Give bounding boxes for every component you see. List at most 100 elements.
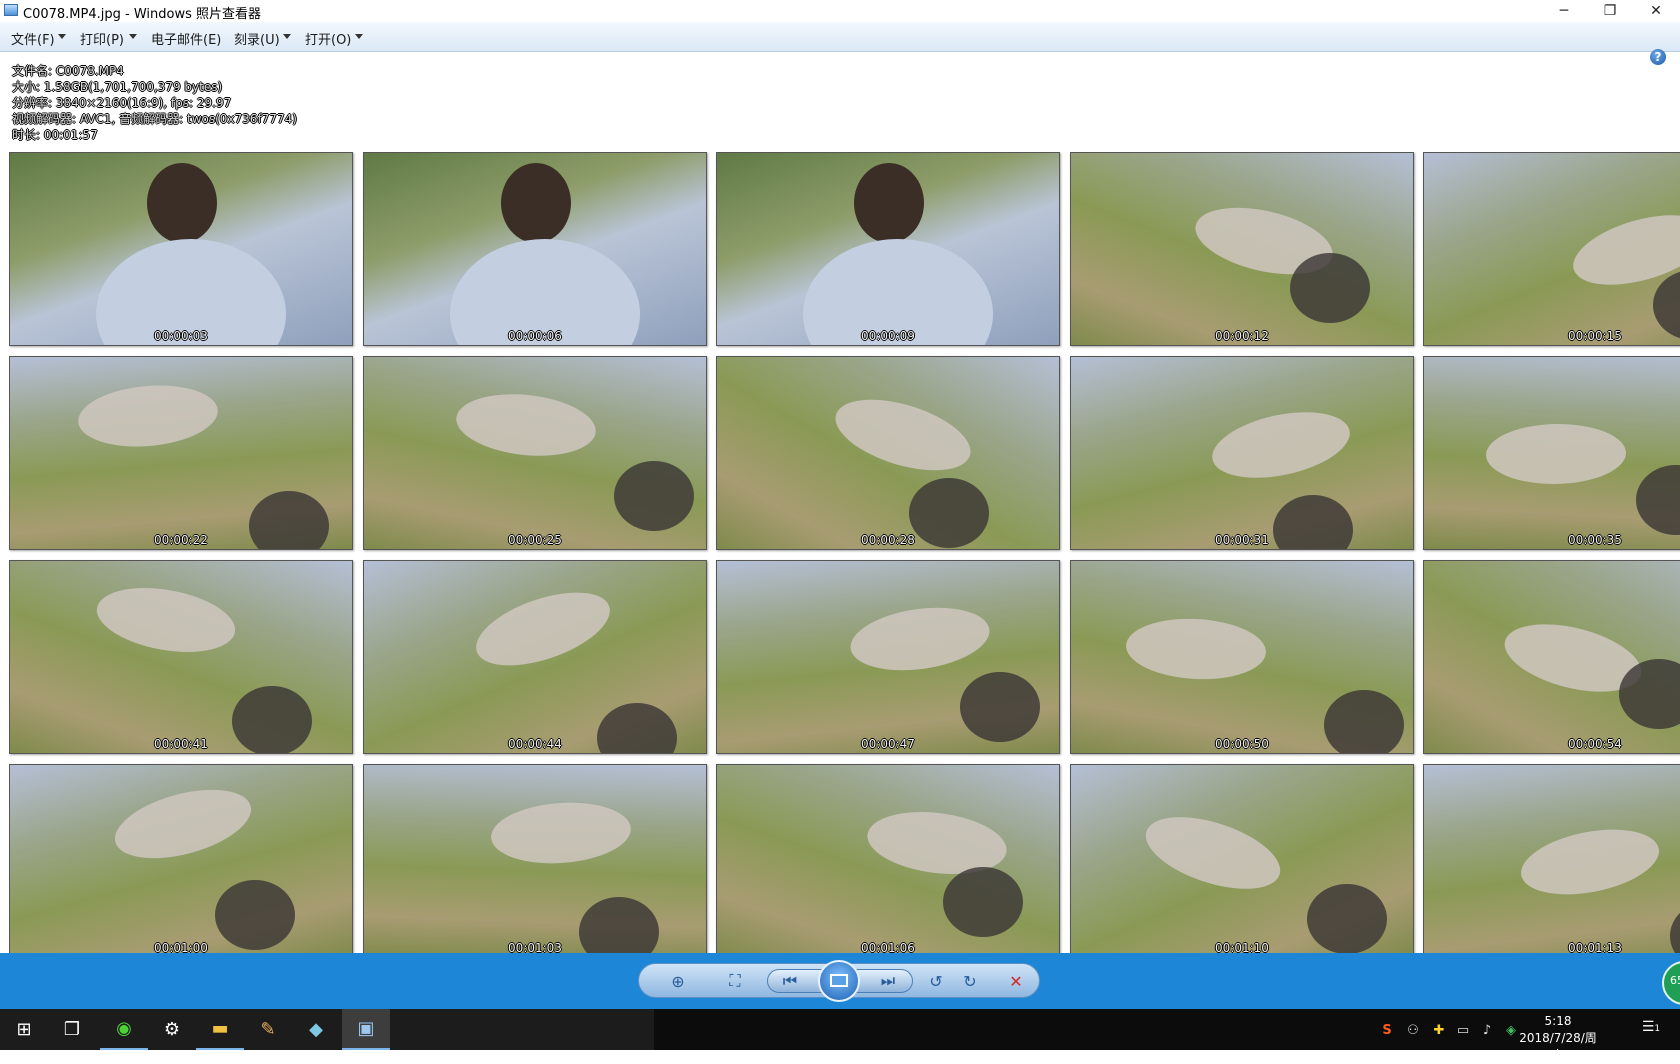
video-frame-thumbnail: 00:01:00 [9, 764, 353, 953]
security-app-icon[interactable]: ✚ [1430, 1021, 1448, 1039]
menu-burn-chevron-down-icon[interactable] [283, 34, 291, 39]
file-info: 文件名: C0078.MP4 大小: 1.58GB(1,701,700,379 … [12, 63, 297, 143]
system-clock[interactable]: 5:18 2018/7/28/周六 [1516, 1013, 1600, 1064]
video-frame-thumbnail: 00:00:06 [363, 152, 707, 346]
thumbnail-shape [1124, 614, 1268, 683]
menu-file-chevron-down-icon[interactable] [58, 34, 66, 39]
previous-icon[interactable]: ⏮ [778, 970, 802, 992]
thumbnail-shape [76, 379, 221, 452]
thumbnail-shape [1485, 422, 1627, 486]
thumbnail-timestamp: 00:01:03 [508, 941, 562, 953]
rotate-counterclockwise-icon[interactable]: ↺ [924, 970, 948, 992]
restore-button[interactable]: ❐ [1588, 0, 1632, 22]
thumbnail-timestamp: 00:00:47 [861, 737, 915, 751]
thumbnail-timestamp: 00:01:10 [1215, 941, 1269, 953]
video-frame-thumbnail: 00:00:31 [1070, 356, 1414, 550]
network-icon[interactable]: ▭ [1454, 1021, 1472, 1039]
network-share-icon[interactable]: ⚇ [1404, 1021, 1422, 1039]
next-icon[interactable]: ⏭ [876, 970, 900, 992]
slideshow-button[interactable] [818, 960, 860, 1002]
video-frame-thumbnail: 00:00:09 [716, 152, 1060, 346]
thumbnail-timestamp: 00:00:15 [1568, 329, 1622, 343]
thumbnail-shape [467, 578, 620, 681]
video-frame-thumbnail: 00:00:47 [716, 560, 1060, 754]
video-frame-thumbnail: 00:01:03 [363, 764, 707, 953]
video-frame-thumbnail: 00:00:22 [9, 356, 353, 550]
close-button[interactable]: ✕ [1634, 0, 1678, 22]
video-frame-thumbnail: 00:01:06 [716, 764, 1060, 953]
video-frame-thumbnail: 00:00:25 [363, 356, 707, 550]
paint-icon[interactable]: ✎ [244, 1009, 292, 1050]
thumbnail-shape [146, 162, 217, 243]
notification-count: 1 [1654, 1024, 1661, 1034]
thumbnail-shape [1636, 464, 1680, 535]
thumbnail-timestamp: 00:00:09 [861, 329, 915, 343]
thumbnail-shape [827, 385, 979, 485]
clock-time: 5:18 [1544, 1014, 1572, 1028]
browser-icon[interactable]: ◉ [100, 1009, 148, 1050]
thumbnail-timestamp: 00:00:03 [154, 329, 208, 343]
minimize-button[interactable]: ─ [1542, 0, 1586, 22]
thumbnail-timestamp: 00:00:50 [1215, 737, 1269, 751]
thumbnail-shape [1515, 819, 1665, 905]
thumbnail-shape [91, 578, 240, 662]
settings-icon[interactable]: ⚙ [148, 1009, 196, 1050]
thumbnail-shape [1136, 802, 1289, 903]
video-frame-thumbnail: 00:00:15 [1423, 152, 1680, 346]
photo-viewer-taskbar-icon[interactable]: ▣ [342, 1009, 390, 1050]
thumbnail-timestamp: 00:01:00 [154, 941, 208, 953]
thumbnail-shape [500, 162, 571, 243]
file-explorer-icon[interactable]: ▬ [196, 1009, 244, 1050]
zoom-icon[interactable]: ⊕ [666, 970, 690, 992]
thumbnail-shape [942, 866, 1023, 937]
thumbnail-shape [1289, 252, 1370, 323]
menu-burn[interactable]: 刻录(U) [234, 29, 280, 48]
thumbnail-shape [1206, 400, 1356, 489]
info-resolution: 分辨率: 3840×2160(16:9), fps: 29.97 [12, 96, 232, 110]
info-codec: 视频解码器: AVC1, 音频解码器: twos(0x736f7774) [12, 112, 297, 126]
menu-open-chevron-down-icon[interactable] [355, 34, 363, 39]
sogou-input-icon[interactable]: S [1378, 1021, 1396, 1039]
thumbnail-shape [453, 388, 600, 463]
thumbnail-shape [613, 460, 694, 531]
video-frame-thumbnail: 00:01:13 [1423, 764, 1680, 953]
thumbnail-timestamp: 00:00:22 [154, 533, 208, 547]
thumbnail-timestamp: 00:00:41 [154, 737, 208, 751]
notes-app-icon[interactable]: ◆ [292, 1009, 340, 1050]
notification-icon: ☰ [1641, 1019, 1655, 1035]
menu-email[interactable]: 电子邮件(E) [151, 29, 221, 48]
video-frame-thumbnail: 00:00:54 [1423, 560, 1680, 754]
video-frame-thumbnail: 00:00:28 [716, 356, 1060, 550]
window-title: C0078.MP4.jpg - Windows 照片查看器 [23, 7, 261, 22]
fit-to-window-icon[interactable]: ⛶ [723, 970, 747, 992]
menu-file[interactable]: 文件(F) [11, 29, 55, 48]
thumbnail-grid: 00:00:03 00:00:06 00:00:09 00:00:12 00:00:15… [9, 152, 1680, 953]
thumbnail-shape [215, 880, 296, 951]
notification-center-icon[interactable]: ☰1 [1640, 1019, 1662, 1039]
thumbnail-shape [959, 672, 1040, 743]
thumbnail-shape [846, 599, 994, 679]
info-duration: 时长: 00:01:57 [12, 128, 98, 142]
video-frame-thumbnail: 00:00:50 [1070, 560, 1414, 754]
title-bar: C0078.MP4.jpg - Windows 照片查看器 ─ ❐ ✕ [0, 0, 1680, 22]
thumbnail-timestamp: 00:00:06 [508, 329, 562, 343]
start-icon[interactable]: ⊞ [0, 1009, 48, 1050]
thumbnail-timestamp: 00:00:44 [508, 737, 562, 751]
delete-icon[interactable]: ✕ [1004, 970, 1028, 992]
volume-icon[interactable]: ♪ [1478, 1021, 1496, 1039]
viewer-control-bar: ⊕ ⛶ ⏮ ⏭ ↺ ↻ ✕ [0, 953, 1680, 1009]
menu-print-chevron-down-icon[interactable] [129, 34, 137, 39]
thumbnail-timestamp: 00:00:25 [508, 533, 562, 547]
rotate-clockwise-icon[interactable]: ↻ [958, 970, 982, 992]
video-frame-thumbnail: 00:00:03 [9, 152, 353, 346]
thumbnail-timestamp: 00:00:28 [861, 533, 915, 547]
menu-print[interactable]: 打印(P) [80, 29, 124, 48]
task-view-icon[interactable]: ❐ [48, 1009, 96, 1050]
video-frame-thumbnail: 00:00:35 [1423, 356, 1680, 550]
help-icon[interactable]: ? [1650, 49, 1666, 65]
thumbnail-timestamp: 00:00:12 [1215, 329, 1269, 343]
video-frame-thumbnail: 00:00:41 [9, 560, 353, 754]
menu-open[interactable]: 打开(O) [305, 29, 351, 48]
clock-date: 2018/7/28/周六 [1519, 1031, 1597, 1062]
info-size: 大小: 1.58GB(1,701,700,379 bytes) [12, 80, 223, 94]
